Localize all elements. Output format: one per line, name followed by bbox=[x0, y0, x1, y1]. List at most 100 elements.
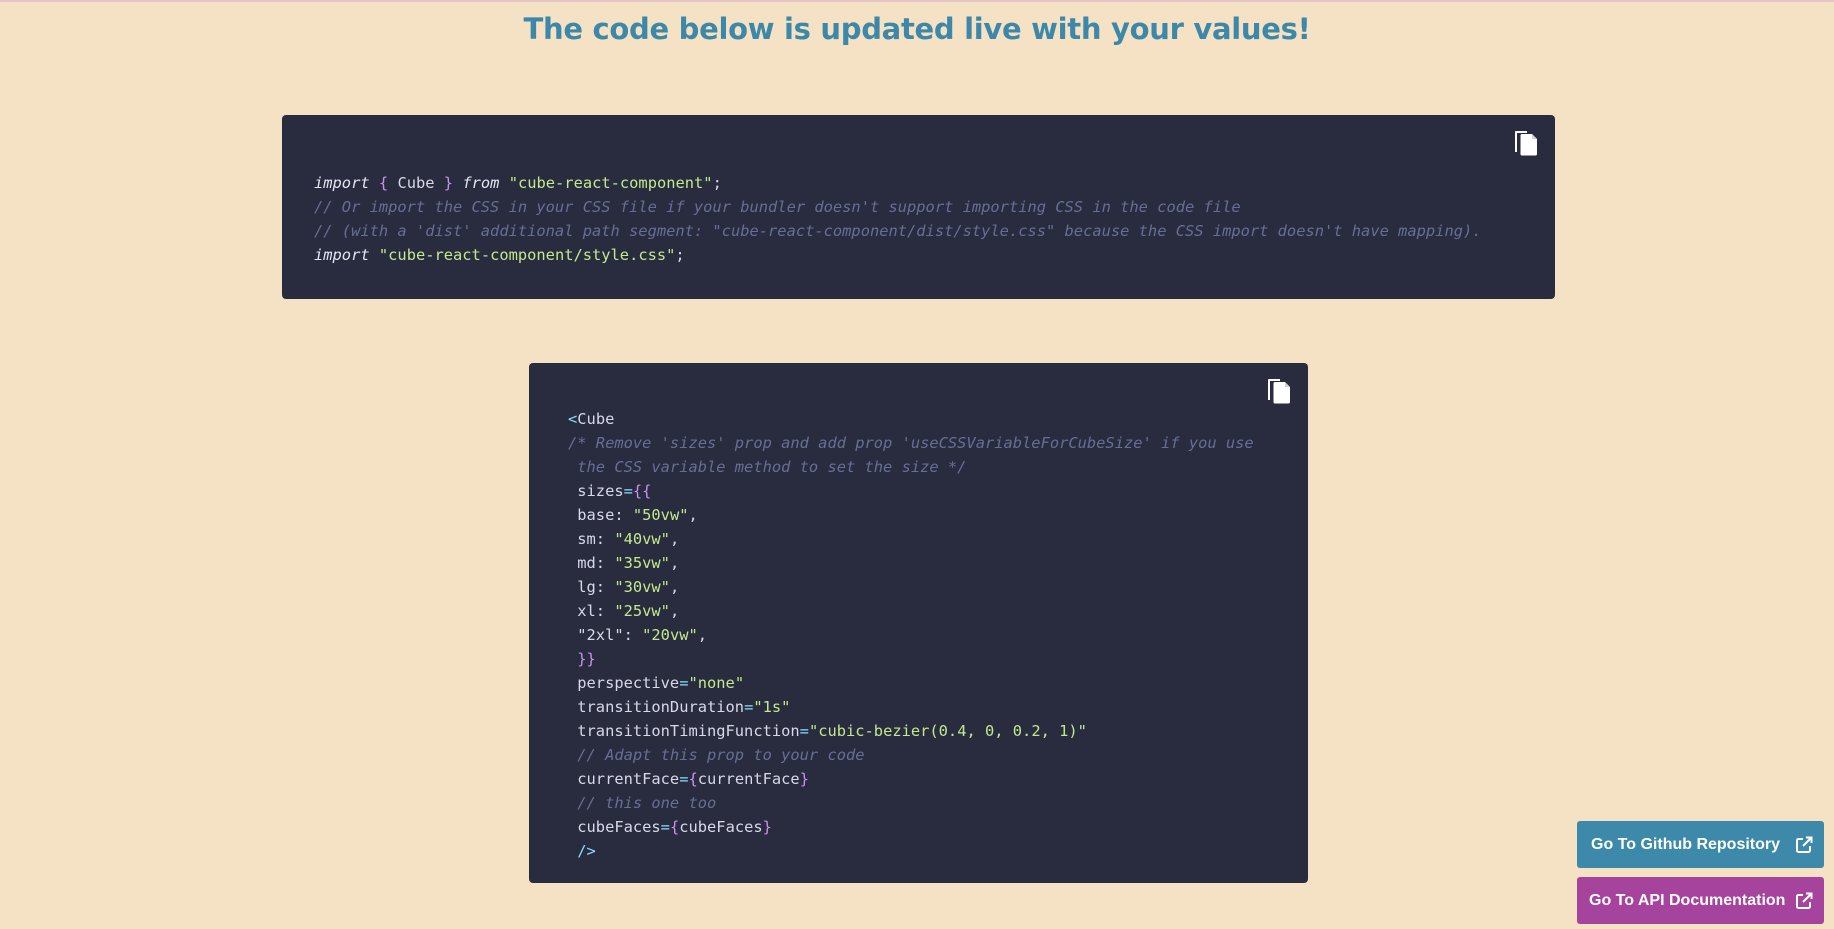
code-token: , bbox=[669, 530, 680, 548]
copy-icon[interactable] bbox=[1513, 129, 1539, 157]
code-token: /> bbox=[577, 842, 596, 860]
code-line: the CSS variable method to set the size … bbox=[568, 455, 1308, 479]
code-token: "50vw" bbox=[632, 506, 689, 524]
code-token: } bbox=[762, 818, 772, 836]
code-line: xl: "25vw", bbox=[568, 599, 1308, 623]
code-token: { bbox=[688, 770, 698, 788]
external-link-icon bbox=[1796, 836, 1813, 853]
code-token: md: bbox=[568, 554, 615, 572]
code-token: "25vw" bbox=[614, 602, 670, 620]
api-documentation-button[interactable]: Go To API Documentation bbox=[1577, 877, 1824, 924]
code-token: // this one too bbox=[568, 794, 717, 812]
code-token: currentFace bbox=[697, 770, 800, 788]
code-token: "1s" bbox=[753, 698, 791, 716]
code-token: , bbox=[669, 578, 680, 596]
page-title: The code below is updated live with your… bbox=[523, 12, 1311, 46]
code-line: currentFace={currentFace} bbox=[568, 767, 1308, 791]
code-token: sm: bbox=[568, 530, 615, 548]
code-line: sizes={{ bbox=[568, 479, 1308, 503]
api-button-label: Go To API Documentation bbox=[1589, 891, 1786, 909]
code-token: , bbox=[688, 506, 698, 524]
code-token: { bbox=[669, 818, 680, 836]
code-token: cubeFaces bbox=[568, 818, 661, 836]
code-token: = bbox=[744, 698, 754, 716]
code-token: transitionDuration bbox=[568, 698, 745, 716]
code-token: ; bbox=[675, 246, 685, 264]
code-line: <Cube bbox=[568, 407, 1308, 431]
code-token: { bbox=[378, 174, 389, 192]
code-token: /* Remove 'sizes' prop and add prop 'use… bbox=[568, 434, 1254, 452]
code-line: import "cube-react-component/style.css"; bbox=[314, 243, 1555, 267]
code-token: xl: bbox=[568, 602, 615, 620]
code-token: // Or import the CSS in your CSS file if… bbox=[314, 198, 1241, 216]
code-line: lg: "30vw", bbox=[568, 575, 1308, 599]
import-code-lines: import { Cube } from "cube-react-compone… bbox=[314, 171, 1555, 267]
github-button-label: Go To Github Repository bbox=[1591, 835, 1781, 853]
code-token: currentFace bbox=[568, 770, 680, 788]
code-line: cubeFaces={cubeFaces} bbox=[568, 815, 1308, 839]
code-line: /> bbox=[568, 839, 1308, 863]
cube-code-lines: <Cube /* Remove 'sizes' prop and add prop… bbox=[568, 407, 1308, 863]
code-token: , bbox=[669, 602, 680, 620]
code-line: transitionTimingFunction="cubic-bezier(0… bbox=[568, 719, 1308, 743]
code-token: < bbox=[568, 410, 578, 428]
code-token: "2xl": bbox=[568, 626, 643, 644]
code-token: "35vw" bbox=[614, 554, 670, 572]
code-line: // (with a 'dist' additional path segmen… bbox=[314, 219, 1555, 243]
copy-icon[interactable] bbox=[1266, 377, 1292, 405]
code-token: from bbox=[462, 174, 500, 192]
code-token: = bbox=[660, 818, 670, 836]
code-token: = bbox=[623, 482, 633, 500]
code-line: md: "35vw", bbox=[568, 551, 1308, 575]
code-line: import { Cube } from "cube-react-compone… bbox=[314, 171, 1555, 195]
code-line: /* Remove 'sizes' prop and add prop 'use… bbox=[568, 431, 1308, 455]
code-token: the CSS variable method to set the size … bbox=[568, 458, 967, 476]
code-token: cubeFaces bbox=[679, 818, 763, 836]
code-line: // Adapt this prop to your code bbox=[568, 743, 1308, 767]
code-token: perspective bbox=[568, 674, 680, 692]
code-line: }} bbox=[568, 647, 1308, 671]
code-token: "40vw" bbox=[614, 530, 670, 548]
code-token: , bbox=[669, 554, 680, 572]
code-line: base: "50vw", bbox=[568, 503, 1308, 527]
code-token: = bbox=[799, 722, 809, 740]
code-token: "cube-react-component/style.css" bbox=[378, 246, 676, 264]
code-token: "cubic-bezier(0.4, 0, 0.2, 1)" bbox=[808, 722, 1087, 740]
code-token: transitionTimingFunction bbox=[568, 722, 800, 740]
code-token: ; bbox=[712, 174, 722, 192]
code-line: // this one too bbox=[568, 791, 1308, 815]
code-token: sizes bbox=[568, 482, 624, 500]
code-token: import bbox=[314, 174, 370, 192]
code-line: perspective="none" bbox=[568, 671, 1308, 695]
code-token: "cube-react-component" bbox=[508, 174, 713, 192]
code-token: // (with a 'dist' additional path segmen… bbox=[314, 222, 1482, 240]
code-token: "30vw" bbox=[614, 578, 670, 596]
import-code-block: import { Cube } from "cube-react-compone… bbox=[282, 115, 1555, 299]
code-line: sm: "40vw", bbox=[568, 527, 1308, 551]
code-token: } bbox=[799, 770, 809, 788]
github-repository-button[interactable]: Go To Github Repository bbox=[1577, 821, 1824, 868]
code-token: Cube bbox=[577, 410, 615, 428]
code-token: "none" bbox=[688, 674, 745, 692]
code-token: lg: bbox=[568, 578, 615, 596]
code-token: } bbox=[443, 174, 454, 192]
code-token: , bbox=[697, 626, 708, 644]
cube-usage-code-block: <Cube /* Remove 'sizes' prop and add prop… bbox=[529, 363, 1308, 883]
code-token: {{ bbox=[632, 482, 652, 500]
external-link-icon bbox=[1796, 892, 1813, 909]
code-token: // Adapt this prop to your code bbox=[568, 746, 865, 764]
code-token: Cube bbox=[388, 174, 444, 192]
code-token: "20vw" bbox=[642, 626, 698, 644]
code-token: import bbox=[314, 246, 370, 264]
code-line: // Or import the CSS in your CSS file if… bbox=[314, 195, 1555, 219]
code-line: "2xl": "20vw", bbox=[568, 623, 1308, 647]
code-line: transitionDuration="1s" bbox=[568, 695, 1308, 719]
code-token: }} bbox=[577, 650, 596, 668]
code-token: base: bbox=[568, 506, 633, 524]
